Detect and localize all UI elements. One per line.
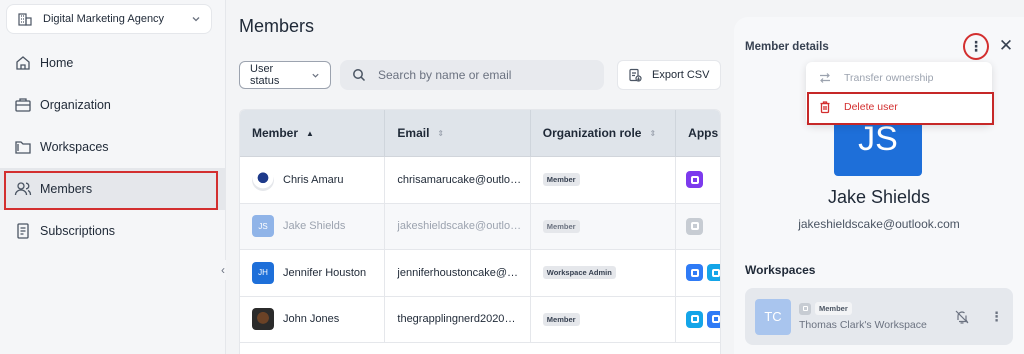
folder-icon [14,138,32,156]
transfer-ownership-label: Transfer ownership [844,71,934,84]
search-input[interactable] [378,68,578,82]
avatar [252,308,274,331]
member-options-menu: Transfer ownership Delete user [806,62,994,125]
sidebar-item-label: Subscriptions [40,224,116,238]
briefcase-icon [14,96,32,114]
users-icon [14,180,32,198]
sidebar-item-home[interactable]: Home [0,42,226,84]
user-status-filter[interactable]: User status [239,61,331,89]
app-icon [799,302,811,315]
role-badge: Member [542,173,580,187]
members-table: Member ▲ Email ⇕ Organization role ⇕ Apps C… [239,109,721,354]
sidebar-item-label: Organization [40,98,111,112]
building-icon [17,11,33,27]
table-row[interactable]: JS Jake Shields jakeshieldscake@outlook..… [240,203,720,250]
main-content: Members User status Export CSV Member▲ E… [226,0,734,354]
page-title: Members [239,16,315,36]
avatar: JS [252,215,274,238]
workspaces-heading: Workspaces [745,263,816,277]
trash-icon [818,100,832,114]
column-header-apps[interactable]: Apps [676,110,720,156]
member-email: thegrapplingnerd2020@g... [397,313,522,326]
sidebar-item-subscriptions[interactable]: Subscriptions [0,210,226,252]
role-badge: Workspace Admin [542,266,616,280]
column-header-member[interactable]: Member ▲ [240,110,386,156]
member-avatar: JS [834,118,922,176]
chevron-down-icon [191,14,201,24]
workspace-avatar: TC [755,298,791,335]
workspace-role-badge: Member [815,302,852,315]
avatar: JH [252,261,274,284]
kebab-icon: ⋮ [969,38,983,54]
notifications-off-icon[interactable] [954,309,970,325]
member-name: Jake Shields [283,220,346,233]
delete-user-label: Delete user [844,100,898,113]
workspace-card[interactable]: TC Member Thomas Clark's Workspace ⋮ [745,288,1013,345]
member-name: Jake Shields [827,187,931,207]
search-box [340,60,604,90]
workspace-more-button[interactable]: ⋮ [990,309,1003,325]
sidebar-item-label: Home [40,56,74,70]
panel-title: Member details [745,41,829,53]
member-email: jakeshieldscake@outlook.com [798,217,960,231]
role-badge: Member [542,219,580,233]
member-name: Chris Amaru [283,173,344,186]
sort-asc-icon: ▲ [306,128,314,138]
chevron-left-icon: ‹ [221,263,225,277]
table-row[interactable]: John Jones thegrapplingnerd2020@g... Mem… [240,296,720,343]
column-header-role[interactable]: Organization role ⇕ [531,110,677,156]
search-icon [352,68,366,82]
sidebar-item-workspaces[interactable]: Workspaces [0,126,226,168]
export-file-icon [628,68,642,82]
sort-icon: ⇕ [437,128,445,138]
avatar [252,168,274,191]
column-header-email[interactable]: Email ⇕ [385,110,531,156]
org-selector[interactable]: Digital Marketing Agency [6,4,212,34]
app-icon[interactable] [686,217,704,235]
sort-icon: ⇕ [649,128,657,138]
sidebar-item-label: Workspaces [40,140,109,154]
home-icon [14,54,32,72]
table-row[interactable]: JH Jennifer Houston jenniferhoustoncake@o… [240,250,720,297]
table-row[interactable]: Chris Amaru chrisamarucake@outlook... Me… [240,157,720,204]
member-email: chrisamarucake@outlook... [397,173,522,186]
role-badge: Member [542,312,580,326]
table-header: Member ▲ Email ⇕ Organization role ⇕ Apps [240,110,720,157]
member-email: jenniferhoustoncake@out... [397,266,522,279]
chevron-down-icon [311,71,320,80]
receipt-icon [14,222,32,240]
app-icon[interactable] [707,310,720,328]
sidebar: Digital Marketing Agency Home Organizati… [0,0,232,354]
org-name: Digital Marketing Agency [43,13,165,25]
app-icon[interactable] [707,264,720,282]
user-status-label: User status [250,63,280,87]
sidebar-item-label: Members [40,182,93,196]
workspace-name: Thomas Clark's Workspace [799,319,927,331]
more-options-button[interactable]: ⋮ [963,33,989,60]
transfer-ownership-item[interactable]: Transfer ownership [806,63,992,92]
export-csv-button[interactable]: Export CSV [617,60,721,90]
close-icon: ✕ [998,36,1014,55]
member-email: jakeshieldscake@outlook... [397,220,522,233]
member-name: John Jones [283,313,340,326]
export-csv-label: Export CSV [652,69,710,81]
app-icon[interactable] [686,171,704,189]
delete-user-item[interactable]: Delete user [806,92,994,125]
sidebar-item-organization[interactable]: Organization [0,84,226,126]
transfer-icon [818,71,832,85]
member-name: Jennifer Houston [283,266,367,279]
app-icon[interactable] [686,310,704,328]
close-button[interactable]: ✕ [998,35,1014,57]
sidebar-nav: Home Organization Workspaces Members Sub… [0,42,226,252]
sidebar-item-members[interactable]: Members [0,168,226,210]
app-icon[interactable] [686,264,704,282]
